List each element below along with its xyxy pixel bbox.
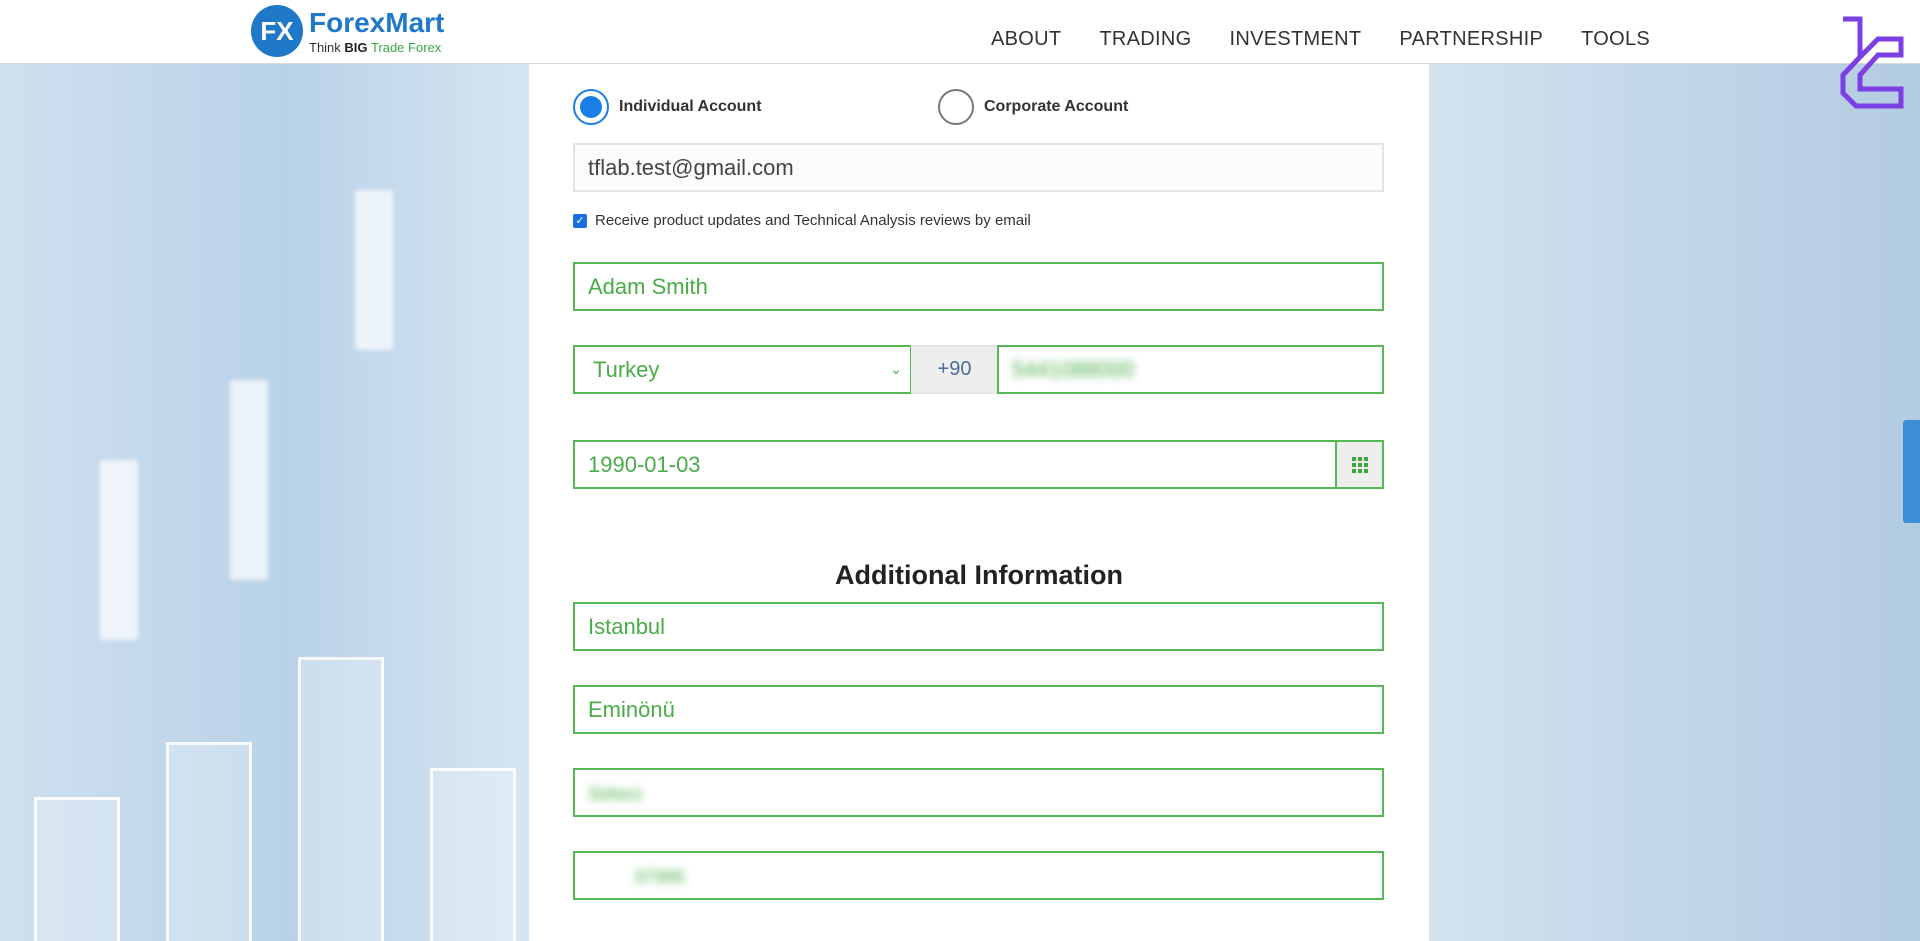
bg-candle — [355, 190, 393, 350]
registration-form: Individual Account Corporate Account tfl… — [529, 64, 1429, 941]
chevron-down-icon: ⌄ — [890, 361, 902, 377]
country-select[interactable]: Turkey ⌄ — [573, 345, 912, 394]
nav-partnership[interactable]: PARTNERSHIP — [1399, 28, 1543, 51]
country-value: Turkey — [593, 357, 660, 382]
newsletter-label: Receive product updates and Technical An… — [595, 212, 1031, 229]
district-field[interactable]: Eminönü — [573, 685, 1384, 734]
bg-candle — [230, 380, 268, 580]
nav-about[interactable]: ABOUT — [991, 28, 1061, 51]
street-field[interactable]: Sirkeci — [573, 768, 1384, 817]
bg-candle — [100, 460, 138, 640]
dial-code: +90 — [911, 345, 998, 394]
checkbox-checked-icon: ✓ — [573, 213, 587, 228]
additional-information-heading: Additional Information — [835, 560, 1123, 590]
watermark-logo-icon — [1840, 16, 1904, 109]
radio-label: Individual Account — [619, 98, 762, 115]
city-field[interactable]: Istanbul — [573, 602, 1384, 651]
radio-label: Corporate Account — [984, 98, 1129, 115]
street-value: Sirkeci — [588, 784, 643, 804]
phone-value: 5441088000 — [1012, 357, 1135, 382]
fx-logo-icon: FX — [251, 5, 303, 57]
bg-bar — [430, 768, 516, 941]
bg-bar — [298, 657, 384, 941]
logo-tagline: Think BIG Trade Forex — [309, 40, 441, 55]
forexmart-logo[interactable]: FX ForexMart Think BIG Trade Forex — [251, 5, 451, 57]
bg-bar — [166, 742, 252, 941]
tagline-big: BIG — [344, 40, 368, 55]
newsletter-checkbox[interactable]: ✓ Receive product updates and Technical … — [573, 212, 1031, 229]
tagline-trade: Trade Forex — [370, 40, 442, 55]
phone-field[interactable]: 5441088000 — [997, 345, 1384, 394]
full-name-field[interactable]: Adam Smith — [573, 262, 1384, 311]
zip-value: 07995 — [635, 867, 686, 887]
side-scroll-tab[interactable] — [1903, 420, 1920, 523]
radio-selected-icon — [573, 89, 609, 125]
zip-field[interactable]: 07995 — [573, 851, 1384, 900]
bg-bar — [34, 797, 120, 941]
nav-trading[interactable]: TRADING — [1099, 28, 1191, 51]
nav-investment[interactable]: INVESTMENT — [1230, 28, 1362, 51]
main-nav: ABOUT TRADING INVESTMENT PARTNERSHIP TOO… — [991, 28, 1650, 51]
site-header: FX ForexMart Think BIG Trade Forex ABOUT… — [0, 0, 1920, 64]
calendar-grid-icon — [1351, 456, 1368, 473]
radio-unselected-icon — [938, 89, 974, 125]
calendar-button[interactable] — [1335, 440, 1384, 489]
radio-corporate-account[interactable]: Corporate Account — [938, 89, 1128, 125]
logo-brand: ForexMart — [309, 7, 445, 38]
nav-tools[interactable]: TOOLS — [1581, 28, 1650, 51]
email-field[interactable]: tflab.test@gmail.com — [573, 143, 1384, 192]
tagline-think: Think — [309, 40, 341, 55]
birth-date-field[interactable]: 1990-01-03 — [573, 440, 1384, 489]
radio-individual-account[interactable]: Individual Account — [573, 89, 762, 125]
